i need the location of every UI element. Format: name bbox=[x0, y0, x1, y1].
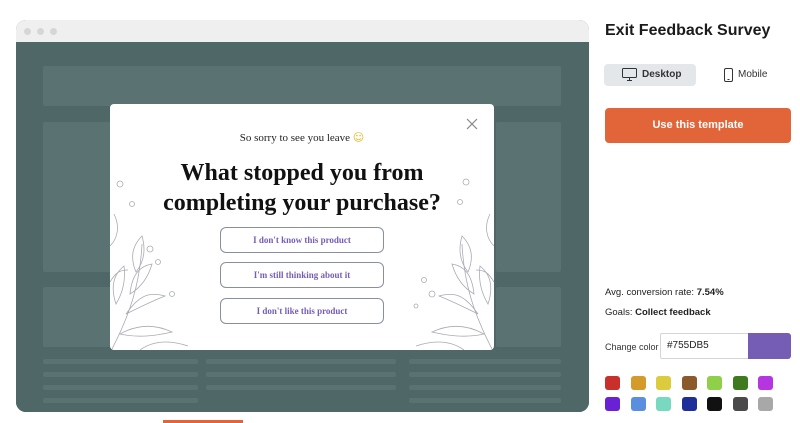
change-color-label: Change color bbox=[605, 342, 659, 352]
color-swatch[interactable] bbox=[707, 376, 722, 390]
placeholder-line bbox=[43, 398, 198, 403]
window-dot bbox=[50, 28, 57, 35]
use-template-button[interactable]: Use this template bbox=[605, 108, 791, 143]
tab-mobile-label: Mobile bbox=[738, 69, 768, 80]
color-swatch[interactable] bbox=[681, 397, 697, 411]
goals: Goals: Collect feedback bbox=[605, 307, 711, 318]
placeholder-line bbox=[409, 359, 561, 364]
window-dot bbox=[37, 28, 44, 35]
tab-mobile[interactable]: Mobile bbox=[716, 64, 796, 86]
color-swatch[interactable] bbox=[681, 376, 697, 390]
color-swatch[interactable] bbox=[656, 376, 671, 390]
placeholder-block bbox=[496, 122, 561, 272]
color-swatch[interactable] bbox=[605, 376, 620, 390]
color-swatch[interactable] bbox=[758, 397, 773, 411]
exit-survey-modal: So sorry to see you leave ☺ What stopped… bbox=[110, 104, 494, 350]
browser-title-bar bbox=[16, 20, 589, 42]
subtitle-text: So sorry to see you leave bbox=[239, 132, 351, 144]
color-swatch[interactable] bbox=[707, 397, 722, 411]
modal-subtitle: So sorry to see you leave ☺ bbox=[110, 131, 494, 144]
color-swatch[interactable] bbox=[630, 376, 646, 390]
current-color-swatch[interactable] bbox=[748, 333, 791, 359]
survey-option-button[interactable]: I don't know this product bbox=[220, 227, 384, 253]
close-icon[interactable] bbox=[465, 117, 479, 131]
color-swatch[interactable] bbox=[656, 397, 671, 411]
conversion-rate: Avg. conversion rate: 7.54% bbox=[605, 287, 724, 298]
tab-desktop[interactable]: Desktop bbox=[604, 64, 696, 86]
tab-desktop-label: Desktop bbox=[642, 69, 682, 80]
color-swatch[interactable] bbox=[732, 376, 748, 390]
color-hex-input[interactable]: #755DB5 bbox=[660, 333, 748, 359]
phone-icon bbox=[724, 68, 733, 82]
headline-line: completing your purchase? bbox=[163, 190, 441, 216]
conversion-value: 7.54% bbox=[696, 287, 724, 298]
color-swatch[interactable] bbox=[630, 397, 646, 411]
placeholder-block bbox=[43, 66, 561, 106]
color-swatch[interactable] bbox=[758, 376, 773, 390]
headline-line: What stopped you from bbox=[180, 160, 424, 186]
goals-label: Goals: bbox=[605, 307, 633, 318]
placeholder-line bbox=[206, 359, 396, 364]
conversion-label: Avg. conversion rate: bbox=[605, 287, 695, 298]
placeholder-block bbox=[496, 287, 561, 347]
survey-option-button[interactable]: I'm still thinking about it bbox=[220, 262, 384, 288]
color-swatch[interactable] bbox=[605, 397, 620, 411]
placeholder-line bbox=[206, 385, 396, 390]
color-swatch[interactable] bbox=[732, 397, 748, 411]
modal-headline: What stopped you from completing your pu… bbox=[110, 158, 494, 218]
placeholder-line bbox=[409, 385, 561, 390]
smile-emoji-icon: ☺ bbox=[352, 131, 365, 144]
placeholder-line bbox=[409, 398, 561, 403]
goals-value: Collect feedback bbox=[635, 307, 711, 318]
placeholder-line bbox=[43, 372, 198, 377]
survey-option-button[interactable]: I don't like this product bbox=[220, 298, 384, 324]
placeholder-line bbox=[43, 385, 198, 390]
placeholder-line bbox=[206, 372, 396, 377]
template-title: Exit Feedback Survey bbox=[605, 22, 771, 39]
monitor-icon bbox=[622, 68, 637, 81]
window-dot bbox=[24, 28, 31, 35]
placeholder-line bbox=[409, 372, 561, 377]
placeholder-line bbox=[43, 359, 198, 364]
